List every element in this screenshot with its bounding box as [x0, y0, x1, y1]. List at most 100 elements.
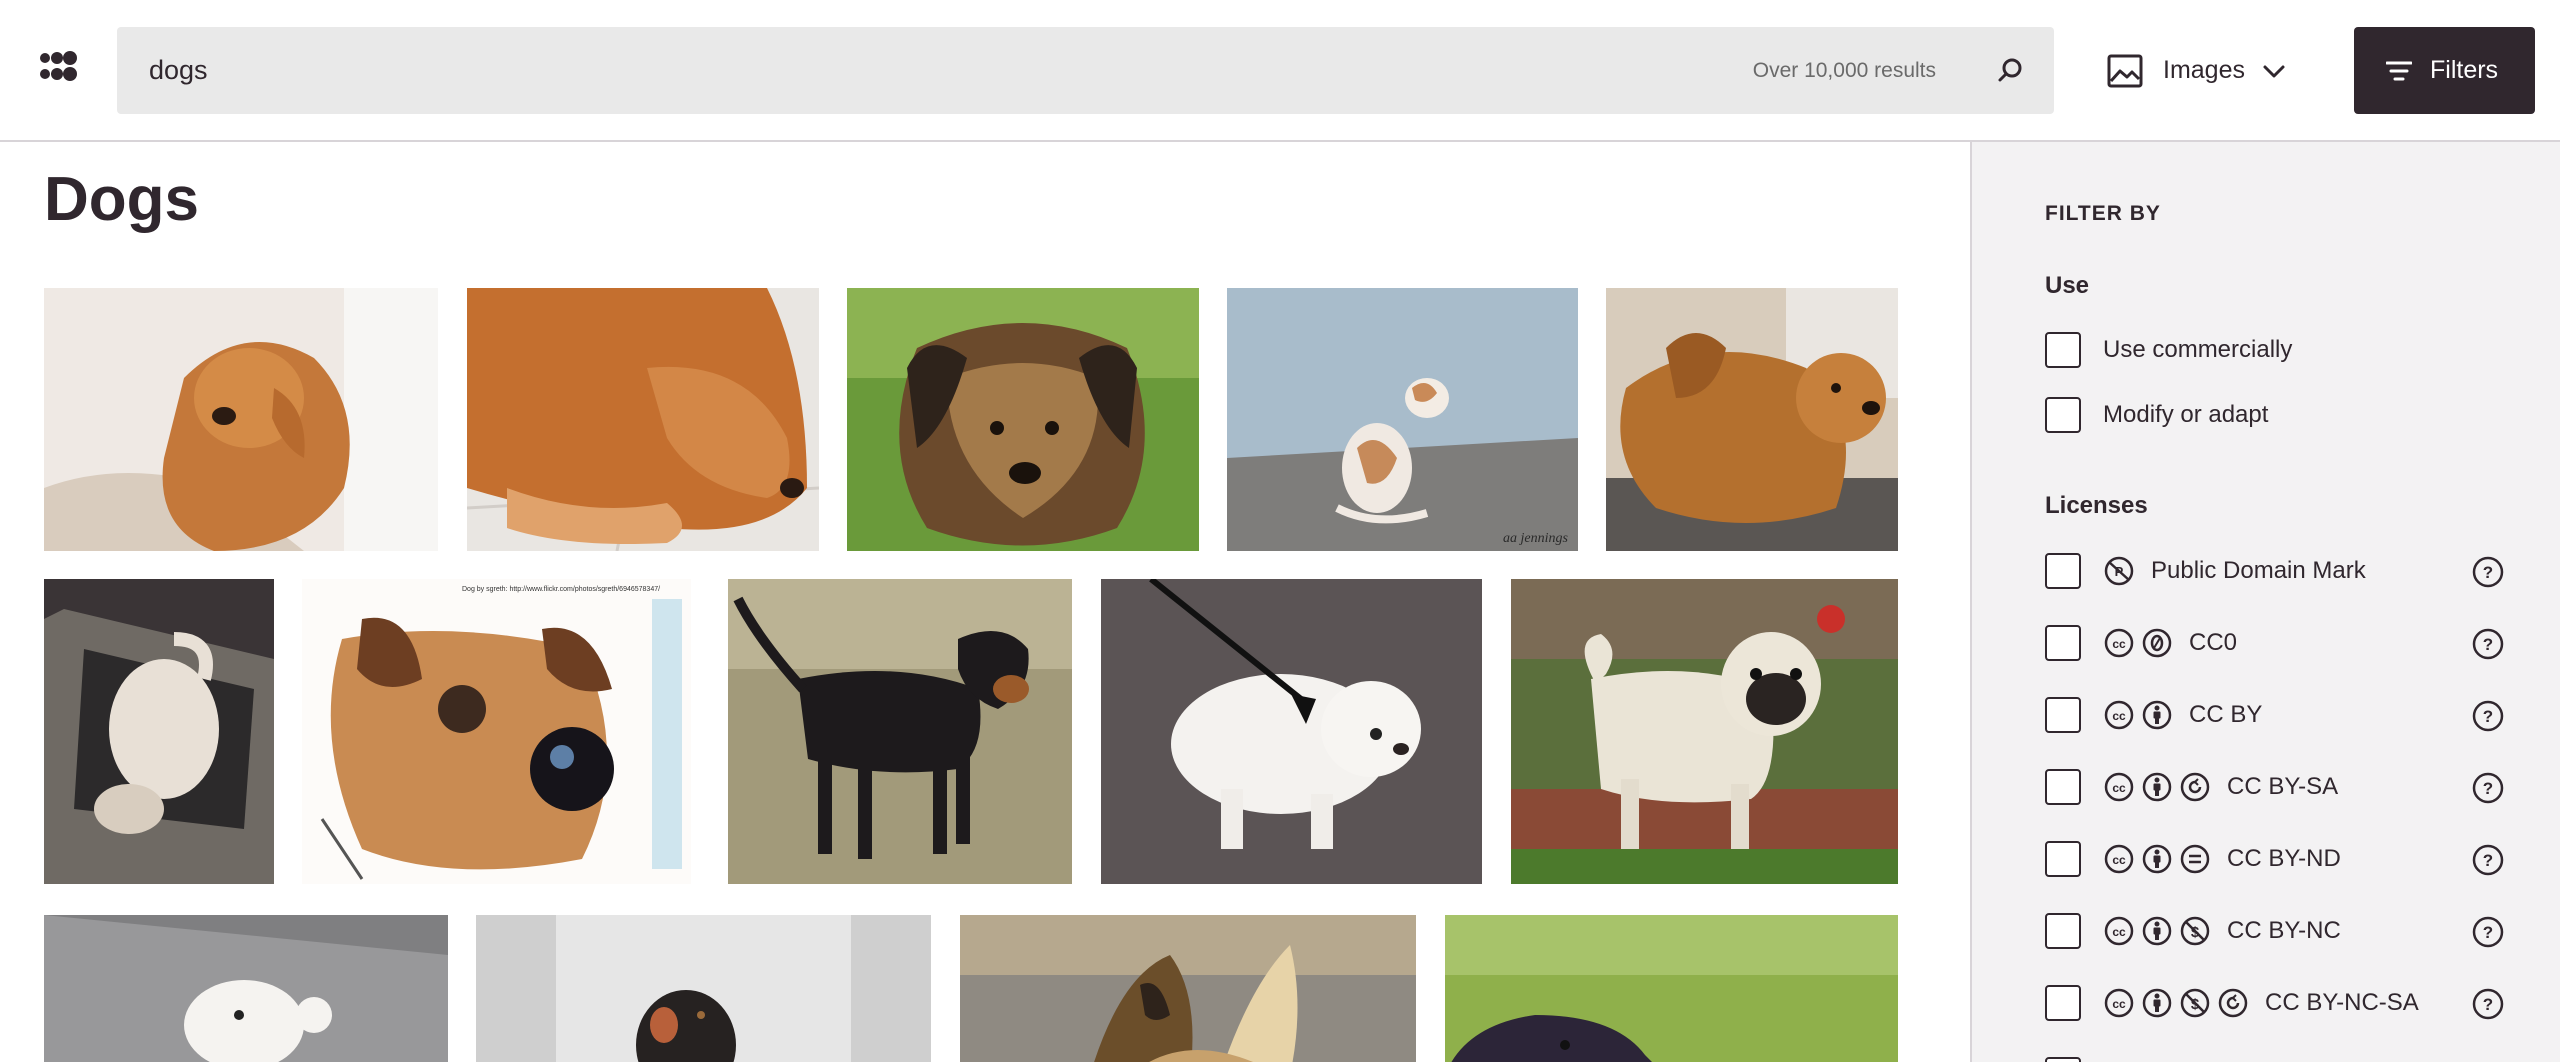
- checkbox[interactable]: [2045, 1057, 2081, 1062]
- image-result-terrier-in-grass[interactable]: [847, 288, 1199, 551]
- checkbox[interactable]: [2045, 913, 2081, 949]
- openverse-logo-icon[interactable]: [40, 50, 80, 90]
- dog-photo: [1511, 579, 1898, 884]
- help-icon[interactable]: ?: [2471, 771, 2505, 805]
- image-result-golden-dogs-cuddling[interactable]: [1606, 288, 1898, 551]
- filter-license-cc-by-nc-sa[interactable]: cc $ CC BY-NC-SA ?: [2045, 985, 2505, 1021]
- checkbox[interactable]: [2045, 625, 2081, 661]
- page-title: Dogs: [44, 165, 199, 234]
- filters-button[interactable]: Filters: [2354, 27, 2535, 114]
- image-icon: [2107, 54, 2143, 87]
- filter-label: CC BY: [2189, 701, 2263, 728]
- filter-label: CC BY-SA: [2227, 773, 2339, 800]
- by-icon: [2142, 916, 2172, 946]
- zero-icon: [2142, 628, 2172, 658]
- dog-photo: [44, 579, 274, 884]
- by-icon: [2142, 988, 2172, 1018]
- image-result-golden-retriever-sitting[interactable]: [44, 288, 438, 551]
- sa-icon: [2218, 988, 2248, 1018]
- image-result-dog-fisheye-portrait[interactable]: Dog by sgreth: http://www.flickr.com/pho…: [302, 579, 691, 884]
- filter-label: CC BY-ND: [2227, 845, 2341, 872]
- dog-photo: Dog by sgreth: http://www.flickr.com/pho…: [302, 579, 691, 884]
- dog-photo: aa jennings: [1227, 288, 1578, 551]
- dog-photo: [44, 915, 448, 1062]
- dog-photo: [1445, 915, 1898, 1062]
- svg-text:cc: cc: [2112, 637, 2126, 651]
- checkbox[interactable]: [2045, 985, 2081, 1021]
- dog-photo: [476, 915, 931, 1062]
- filter-label: CC BY-NC: [2227, 917, 2341, 944]
- filter-license-cc-by-nc[interactable]: cc $ CC BY-NC ?: [2045, 913, 2505, 949]
- checkbox[interactable]: [2045, 397, 2081, 433]
- image-result-black-dog-running[interactable]: [476, 915, 931, 1062]
- filter-license-pdm[interactable]: P Public Domain Mark ?: [2045, 553, 2505, 589]
- svg-text:?: ?: [2483, 851, 2493, 870]
- filter-license-cc0[interactable]: cc CC0 ?: [2045, 625, 2505, 661]
- dog-photo: [960, 915, 1416, 1062]
- by-icon: [2142, 844, 2172, 874]
- search-bar: Over 10,000 results: [117, 27, 2054, 114]
- help-icon[interactable]: ?: [2471, 987, 2505, 1021]
- dog-photo: [1606, 288, 1898, 551]
- svg-text:?: ?: [2483, 779, 2493, 798]
- checkbox[interactable]: [2045, 841, 2081, 877]
- image-result-dog-by-wall[interactable]: aa jennings: [1227, 288, 1578, 551]
- nd-icon: [2180, 844, 2210, 874]
- cc-icon: cc: [2104, 700, 2134, 730]
- filters-label: Filters: [2430, 56, 2499, 84]
- search-results: Dogs aa jennings Dog by sgreth: http://w…: [0, 142, 1970, 1062]
- filter-license-cc-by[interactable]: cc CC BY ?: [2045, 697, 2505, 733]
- content-type-label: Images: [2163, 56, 2245, 84]
- checkbox[interactable]: [2045, 697, 2081, 733]
- image-result-white-fluffy-dog-leash[interactable]: [1101, 579, 1482, 884]
- help-icon[interactable]: ?: [2471, 627, 2505, 661]
- filter-label: Modify or adapt: [2103, 401, 2269, 428]
- image-result-black-tan-dog-in-field[interactable]: [728, 579, 1072, 884]
- by-icon: [2142, 700, 2172, 730]
- filter-label: Use commercially: [2103, 336, 2293, 363]
- filter-license-cc-by-sa[interactable]: cc CC BY-SA ?: [2045, 769, 2505, 805]
- filter-label: Public Domain Mark: [2151, 557, 2366, 584]
- filter-use-commercially[interactable]: Use commercially: [2045, 332, 2505, 368]
- dog-photo: [1101, 579, 1482, 884]
- image-result-white-dog-on-mat[interactable]: [44, 579, 274, 884]
- checkbox[interactable]: [2045, 332, 2081, 368]
- by-icon: [2142, 772, 2172, 802]
- filter-icon: [2386, 61, 2412, 80]
- chevron-down-icon: [2263, 65, 2285, 77]
- filter-modify-or-adapt[interactable]: Modify or adapt: [2045, 397, 2505, 433]
- filter-heading: FILTER BY: [2045, 202, 2161, 225]
- dog-photo: [44, 288, 438, 551]
- image-result-dark-dog-on-lawn[interactable]: [1445, 915, 1898, 1062]
- checkbox[interactable]: [2045, 553, 2081, 589]
- licenses-group-title: Licenses: [2045, 492, 2148, 519]
- photo-watermark: aa jennings: [1503, 531, 1568, 546]
- photo-credit: Dog by sgreth: http://www.flickr.com/pho…: [462, 586, 660, 593]
- cc-icon: cc: [2104, 844, 2134, 874]
- filter-license-cc-by-nd[interactable]: cc CC BY-ND ?: [2045, 841, 2505, 877]
- image-result-white-dog-on-pavement[interactable]: [44, 915, 448, 1062]
- svg-text:?: ?: [2483, 995, 2493, 1014]
- filter-sidebar: FILTER BY Use Use commercially Modify or…: [1970, 142, 2560, 1062]
- svg-text:?: ?: [2483, 563, 2493, 582]
- cc-icon: cc: [2104, 988, 2134, 1018]
- dog-photo: [847, 288, 1199, 551]
- site-header: Over 10,000 results Images Filters: [0, 0, 2560, 142]
- svg-text:cc: cc: [2112, 997, 2126, 1011]
- result-count: Over 10,000 results: [1752, 59, 1936, 82]
- image-result-pug-on-grass[interactable]: [1511, 579, 1898, 884]
- help-icon[interactable]: ?: [2471, 915, 2505, 949]
- image-result-dog-closeup-ears[interactable]: [960, 915, 1416, 1062]
- help-icon[interactable]: ?: [2471, 843, 2505, 877]
- svg-text:cc: cc: [2112, 925, 2126, 939]
- svg-text:cc: cc: [2112, 709, 2126, 723]
- checkbox[interactable]: [2045, 769, 2081, 805]
- nc-icon: $: [2180, 988, 2210, 1018]
- sa-icon: [2180, 772, 2210, 802]
- content-type-dropdown[interactable]: Images: [2107, 27, 2307, 114]
- search-input[interactable]: [149, 27, 1549, 114]
- image-result-golden-retriever-lying[interactable]: [467, 288, 819, 551]
- help-icon[interactable]: ?: [2471, 555, 2505, 589]
- help-icon[interactable]: ?: [2471, 699, 2505, 733]
- search-icon[interactable]: [1988, 49, 2032, 93]
